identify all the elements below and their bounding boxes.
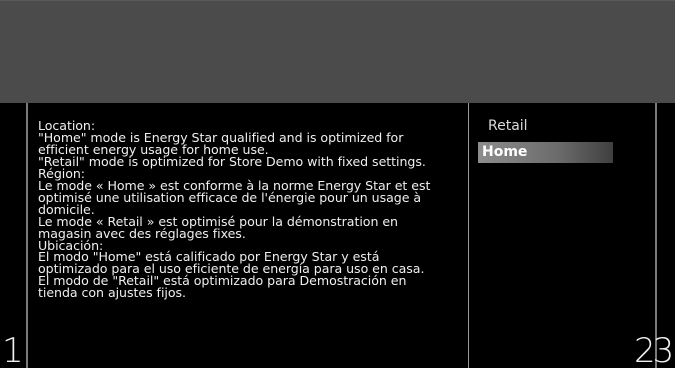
right-divider <box>655 103 657 368</box>
step-number-left: 1 <box>2 331 24 368</box>
header-band <box>0 0 675 104</box>
center-divider <box>468 103 469 368</box>
location-menu: Retail Home <box>478 116 613 168</box>
step-number-right: 23 <box>634 331 674 368</box>
location-description: Location: "Home" mode is Energy Star qua… <box>38 118 431 301</box>
left-divider <box>26 103 28 368</box>
menu-item-retail[interactable]: Retail <box>478 116 613 137</box>
menu-item-home[interactable]: Home <box>478 142 613 163</box>
